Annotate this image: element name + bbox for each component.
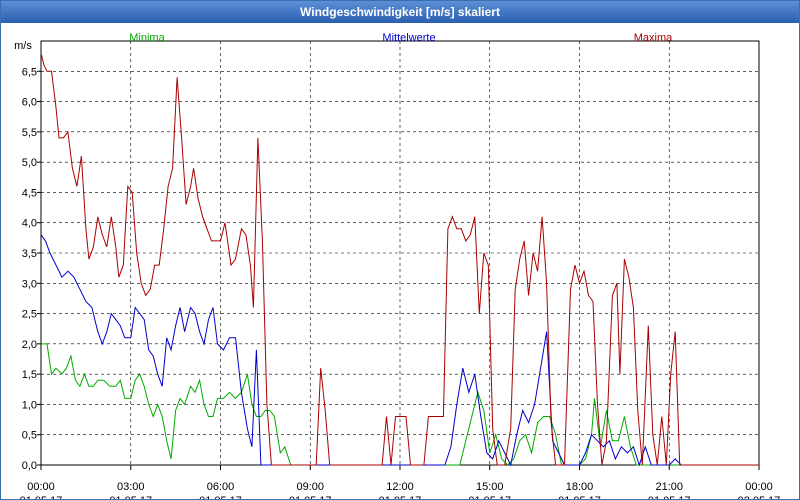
x-tick-date: 01.05.17 (20, 495, 63, 499)
x-tick-time: 03:00 (117, 481, 145, 493)
x-tick-date: 01.05.17 (648, 495, 691, 499)
legend: Minima Mittelwerte Maxima (129, 32, 673, 44)
x-tick-date: 02.05.17 (738, 495, 781, 499)
chart-window: Windgeschwindigkeit [m/s] skaliert 0,0 0,… (0, 0, 800, 500)
legend-minima: Minima (129, 32, 165, 44)
x-tick-time: 21:00 (655, 481, 683, 493)
y-tick-label: 4,5 (22, 187, 37, 199)
wind-speed-chart: 0,0 0,5 1,0 1,5 2,0 2,5 3,0 3,5 4,0 4,5 5,0 5,5 6,0 6… (14, 32, 781, 499)
y-tick-label: 3,0 (22, 278, 37, 290)
legend-maxima: Maxima (634, 32, 673, 44)
x-tick-time: 00:00 (745, 481, 773, 493)
x-tick-time: 12:00 (386, 481, 414, 493)
axes (37, 40, 760, 470)
y-tick-labels: 0,0 0,5 1,0 1,5 2,0 2,5 3,0 3,5 4,0 4,5 5,0 5,5 6,0 6… (22, 66, 37, 472)
x-tick-date: 01.05.17 (468, 495, 511, 499)
legend-mittelwerte: Mittelwerte (382, 32, 435, 44)
x-tick-time: 00:00 (27, 481, 55, 493)
y-tick-label: 1,0 (22, 399, 37, 411)
y-tick-label: 4,0 (22, 218, 37, 230)
x-tick-date: 01.05.17 (199, 495, 242, 499)
x-tick-labels: 00:00 01.05.17 03:00 01.05.17 06:00 01.05.17 0… (20, 481, 781, 499)
y-tick-label: 5,5 (22, 127, 37, 139)
x-tick-date: 01.05.17 (558, 495, 601, 499)
y-tick-label: 2,5 (22, 309, 37, 321)
y-tick-label: 6,0 (22, 97, 37, 109)
y-tick-label: 1,5 (22, 369, 37, 381)
x-tick-date: 01.05.17 (379, 495, 422, 499)
x-tick-time: 09:00 (296, 481, 324, 493)
x-tick-date: 01.05.17 (109, 495, 152, 499)
x-tick-date: 01.05.17 (289, 495, 332, 499)
x-tick-time: 06:00 (207, 481, 235, 493)
y-tick-label: 2,0 (22, 339, 37, 351)
y-tick-label: 6,5 (22, 66, 37, 78)
y-tick-label: 3,5 (22, 248, 37, 260)
x-tick-time: 18:00 (566, 481, 594, 493)
y-tick-label: 5,0 (22, 157, 37, 169)
y-axis-label: m/s (14, 40, 32, 52)
y-tick-label: 0,5 (22, 430, 37, 442)
x-tick-time: 15:00 (476, 481, 504, 493)
window-title: Windgeschwindigkeit [m/s] skaliert (1, 1, 799, 23)
y-tick-label: 0,0 (22, 460, 37, 472)
